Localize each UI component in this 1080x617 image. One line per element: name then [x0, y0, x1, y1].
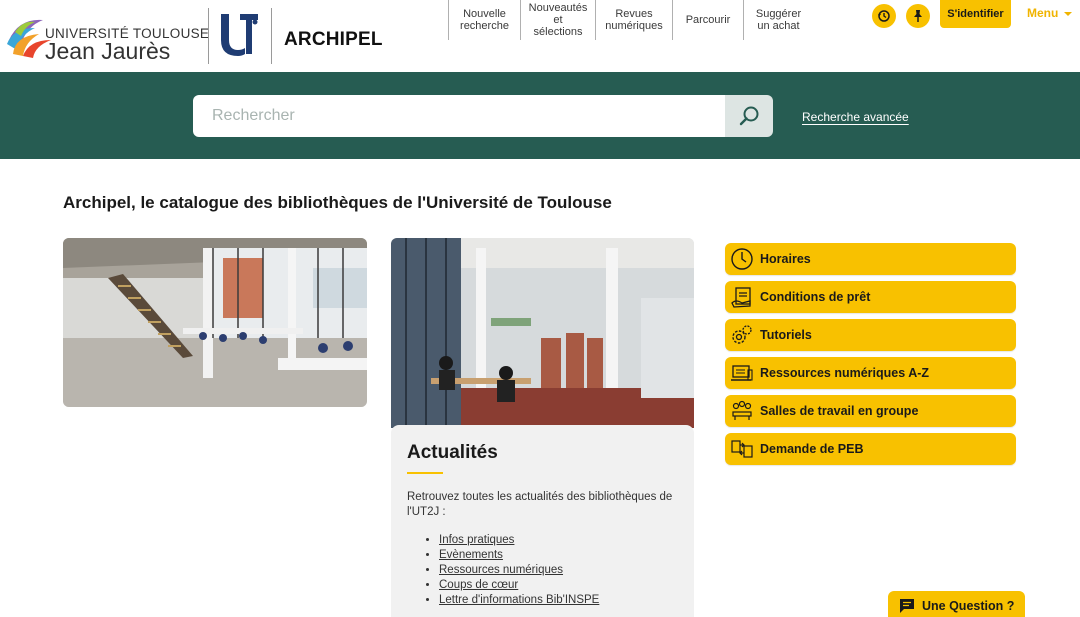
search-button[interactable]: [725, 95, 773, 137]
library-photo-reading-room: [391, 238, 694, 428]
list-item: Ressources numériques: [439, 563, 599, 578]
header: UNIVERSITÉ TOULOUSE Jean Jaurès ARCHIPEL…: [0, 0, 1080, 72]
laptop-books-icon: [729, 360, 755, 386]
ut-logo-icon[interactable]: [218, 12, 260, 58]
news-link-practical-info[interactable]: Infos pratiques: [439, 534, 514, 546]
news-link-events[interactable]: Evènements: [439, 549, 503, 561]
quick-link-interlibrary-loan[interactable]: Demande de PEB: [725, 433, 1016, 465]
quick-link-loan-conditions[interactable]: Conditions de prêt: [725, 281, 1016, 313]
pinned-button[interactable]: [906, 4, 930, 28]
quick-link-hours[interactable]: Horaires: [725, 243, 1016, 275]
quick-link-tutorials[interactable]: Tutoriels: [725, 319, 1016, 351]
nav-suggest-purchase[interactable]: Suggérer un achat: [743, 0, 813, 40]
nav-new-selections[interactable]: Nouveautés et sélections: [520, 0, 595, 40]
news-link-favorites[interactable]: Coups de cœur: [439, 579, 518, 591]
search-input[interactable]: [193, 95, 725, 137]
chat-button[interactable]: Une Question ?: [888, 591, 1025, 617]
login-button[interactable]: S'identifier: [940, 0, 1011, 28]
list-item: Coups de cœur: [439, 578, 599, 593]
list-item: Evènements: [439, 548, 599, 563]
quick-link-label: Ressources numériques A-Z: [760, 366, 930, 380]
quick-link-label: Horaires: [760, 252, 811, 266]
list-item: Infos pratiques: [439, 533, 599, 548]
page-title: Archipel, le catalogue des bibliothèques…: [63, 193, 612, 212]
logo-text-line2: Jean Jaurès: [45, 38, 171, 64]
search-band: Recherche avancée: [0, 72, 1080, 159]
brand-title: ARCHIPEL: [284, 29, 383, 50]
menu-label: Menu: [1027, 6, 1059, 20]
nav-browse[interactable]: Parcourir: [672, 0, 743, 40]
library-photo-staircase: [63, 238, 367, 407]
quick-link-label: Salles de travail en groupe: [760, 404, 919, 418]
news-link-newsletter[interactable]: Lettre d'informations Bib'INSPE: [439, 594, 599, 606]
history-button[interactable]: [872, 4, 896, 28]
news-link-digital-resources[interactable]: Ressources numériques: [439, 564, 563, 576]
news-title: Actualités: [407, 442, 498, 463]
main-nav: Nouvelle recherche Nouveautés et sélecti…: [448, 0, 813, 40]
quick-link-label: Tutoriels: [760, 328, 812, 342]
news-title-underline: [407, 472, 443, 474]
menu-button[interactable]: Menu: [1027, 6, 1073, 20]
header-divider: [208, 8, 209, 64]
chevron-down-icon: [1064, 12, 1073, 16]
ut2j-logo[interactable]: UNIVERSITÉ TOULOUSE Jean Jaurès: [5, 12, 209, 64]
group-icon: [729, 398, 755, 424]
header-divider: [271, 8, 272, 64]
nav-digital-journals[interactable]: Revues numériques: [595, 0, 672, 40]
history-icon: [878, 10, 890, 22]
quick-link-group-rooms[interactable]: Salles de travail en groupe: [725, 395, 1016, 427]
news-card: Actualités Retrouvez toutes les actualit…: [391, 425, 694, 617]
clock-icon: [729, 246, 755, 272]
exchange-icon: [729, 436, 755, 462]
quick-link-label: Conditions de prêt: [760, 290, 871, 304]
search-icon: [739, 106, 759, 126]
loan-icon: [729, 284, 755, 310]
quick-link-label: Demande de PEB: [760, 442, 864, 456]
list-item: Lettre d'informations Bib'INSPE: [439, 593, 599, 608]
gears-icon: [729, 322, 755, 348]
news-links: Infos pratiques Evènements Ressources nu…: [439, 533, 599, 608]
pin-icon: [914, 10, 922, 22]
quick-links: Horaires Conditions de prêt Tutoriels Re…: [725, 243, 1016, 471]
chat-label: Une Question ?: [922, 599, 1015, 613]
quick-link-digital-resources[interactable]: Ressources numériques A-Z: [725, 357, 1016, 389]
nav-new-search[interactable]: Nouvelle recherche: [448, 0, 520, 40]
news-intro-text: Retrouvez toutes les actualités des bibl…: [407, 491, 673, 518]
chat-icon: [900, 599, 914, 613]
advanced-search-link[interactable]: Recherche avancée: [802, 110, 909, 124]
